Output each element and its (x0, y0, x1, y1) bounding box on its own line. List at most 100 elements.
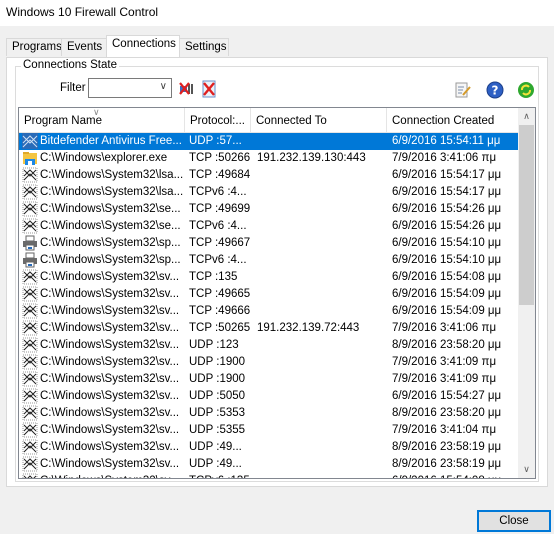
service-icon (22, 456, 38, 472)
table-row[interactable]: C:\Windows\System32\sv... TCP :49665 6/9/2… (19, 286, 523, 303)
protocol-cell: TCPv6 :4... (189, 186, 247, 198)
protocol-cell: UDP :49... (189, 458, 242, 470)
connection-created-cell: 8/9/2016 23:58:20 μμ (392, 407, 502, 419)
properties-icon[interactable] (454, 81, 472, 99)
connection-created-cell: 6/9/2016 15:54:09 μμ (392, 305, 502, 317)
service-icon (22, 473, 38, 478)
column-label: Connection Created (392, 115, 495, 127)
connection-created-cell: 7/9/2016 3:41:06 πμ (392, 322, 497, 334)
table-row[interactable]: C:\Windows\System32\lsa... TCPv6 :4... 6/9… (19, 184, 523, 201)
tab-connections[interactable]: Connections (106, 35, 180, 57)
protocol-cell: UDP :49... (189, 441, 242, 453)
protocol-cell: TCP :49699 (189, 203, 251, 215)
printer-icon (22, 252, 38, 268)
connected-to-cell: 191.232.139.72:443 (257, 322, 360, 334)
program-name-cell: C:\Windows\System32\sv... (40, 407, 180, 419)
program-name-cell: Bitdefender Antivirus Free... (40, 135, 182, 147)
program-name-cell: C:\Windows\System32\sv... (40, 441, 180, 453)
chevron-down-icon: ∨ (159, 81, 167, 92)
list-header: ∨ Program Name Protocol:... Connected To… (19, 108, 523, 133)
column-connection-created[interactable]: Connection Created (387, 108, 523, 132)
connections-state-group: Connections State Filter ∨ ? ∨ Program N… (15, 59, 539, 482)
service-icon (22, 371, 38, 387)
column-program-name[interactable]: ∨ Program Name (19, 108, 185, 132)
printer-icon (22, 235, 38, 251)
service-icon (22, 286, 38, 302)
service-icon (22, 218, 38, 234)
protocol-cell: UDP :1900 (189, 356, 246, 368)
table-row[interactable]: C:\Windows\System32\sv... UDP :49... 8/9/2… (19, 439, 523, 456)
refresh-icon[interactable] (517, 81, 535, 99)
connection-created-cell: 6/9/2016 15:54:09 μμ (392, 288, 502, 300)
table-row[interactable]: C:\Windows\System32\sv... UDP :5355 7/9/20… (19, 422, 523, 439)
table-row[interactable]: C:\Windows\System32\sv... TCPv6 :135 6/9/2… (19, 473, 523, 478)
table-row[interactable]: C:\Windows\System32\sv... UDP :5353 8/9/20… (19, 405, 523, 422)
service-icon (22, 269, 38, 285)
protocol-cell: TCP :49666 (189, 305, 251, 317)
service-icon (22, 405, 38, 421)
svg-text:?: ? (492, 84, 499, 98)
filter-label: Filter (60, 82, 86, 94)
service-icon (22, 303, 38, 319)
column-protocol[interactable]: Protocol:... (185, 108, 251, 132)
table-row[interactable]: C:\Windows\System32\sp... TCP :49667 6/9/2… (19, 235, 523, 252)
table-row[interactable]: C:\Windows\System32\lsa... TCP :49684 6/9/… (19, 167, 523, 184)
program-name-cell: C:\Windows\System32\lsa... (40, 186, 184, 198)
column-connected-to[interactable]: Connected To (251, 108, 387, 132)
program-name-cell: C:\Windows\System32\sp... (40, 254, 181, 266)
protocol-cell: TCPv6 :4... (189, 254, 247, 266)
protocol-cell: TCP :49684 (189, 169, 251, 181)
service-icon (22, 201, 38, 217)
tab-programs[interactable]: Programs (6, 38, 62, 56)
disconnect-icon[interactable] (178, 80, 196, 98)
table-row[interactable]: C:\Windows\System32\sv... UDP :1900 7/9/20… (19, 354, 523, 371)
table-row[interactable]: C:\Windows\System32\sp... TCPv6 :4... 6/9/… (19, 252, 523, 269)
title-bar: Windows 10 Firewall Control (0, 0, 554, 26)
close-button[interactable]: Close (477, 510, 551, 532)
table-row[interactable]: C:\Windows\explorer.exe TCP :50266 191.232… (19, 150, 523, 167)
protocol-cell: TCP :49665 (189, 288, 251, 300)
help-icon[interactable]: ? (486, 81, 504, 99)
program-name-cell: C:\Windows\System32\sv... (40, 322, 180, 334)
connection-created-cell: 6/9/2016 15:54:08 μμ (392, 473, 522, 478)
connection-created-cell: 6/9/2016 15:54:27 μμ (392, 390, 502, 402)
service-icon (22, 320, 38, 336)
program-name-cell: C:\Windows\System32\sv... (40, 390, 180, 402)
program-name-cell: C:\Windows\explorer.exe (40, 152, 168, 164)
service-icon (22, 337, 38, 353)
table-row[interactable]: C:\Windows\System32\sv... UDP :5050 6/9/20… (19, 388, 523, 405)
program-name-cell: C:\Windows\System32\sv... (40, 339, 180, 351)
table-row[interactable]: C:\Windows\System32\sv... UDP :49... 8/9/2… (19, 456, 523, 473)
scroll-up-icon[interactable]: ∧ (518, 108, 535, 125)
table-row[interactable]: C:\Windows\System32\sv... TCP :49666 6/9/2… (19, 303, 523, 320)
table-row[interactable]: C:\Windows\System32\se... TCP :49699 6/9/2… (19, 201, 523, 218)
connection-created-cell: 7/9/2016 3:41:09 πμ (392, 356, 497, 368)
table-row[interactable]: C:\Windows\System32\sv... UDP :123 8/9/201… (19, 337, 523, 354)
program-name-cell: C:\Windows\System32\sp... (40, 237, 181, 249)
folder-icon (22, 150, 38, 166)
table-row[interactable]: C:\Windows\System32\sv... TCP :50265 191.2… (19, 320, 523, 337)
tab-settings[interactable]: Settings (179, 38, 229, 56)
tab-events[interactable]: Events (61, 38, 107, 56)
table-row[interactable]: C:\Windows\System32\se... TCPv6 :4... 6/9/… (19, 218, 523, 235)
program-name-cell: C:\Windows\System32\sv... (40, 271, 180, 283)
filter-combo[interactable]: ∨ (88, 78, 172, 98)
clear-icon[interactable] (200, 80, 218, 98)
protocol-cell: TCP :49667 (189, 237, 251, 249)
service-icon (22, 388, 38, 404)
service-icon (22, 439, 38, 455)
program-name-cell: C:\Windows\System32\sv... (40, 458, 180, 470)
table-row[interactable]: C:\Windows\System32\sv... TCP :135 6/9/201… (19, 269, 523, 286)
table-row[interactable]: C:\Windows\System32\sv... UDP :1900 7/9/20… (19, 371, 523, 388)
connection-created-cell: 6/9/2016 15:54:17 μμ (392, 186, 502, 198)
table-row[interactable]: Bitdefender Antivirus Free... UDP :57... 6… (19, 133, 523, 150)
service-icon (22, 184, 38, 200)
protocol-cell: UDP :5050 (189, 390, 246, 402)
vertical-scrollbar[interactable]: ∧ ∨ (518, 108, 535, 478)
protocol-cell: TCPv6 :4... (189, 220, 247, 232)
scroll-down-icon[interactable]: ∨ (518, 461, 535, 478)
program-name-cell: C:\Windows\System32\lsa... (40, 169, 184, 181)
scroll-thumb[interactable] (519, 125, 534, 305)
connection-created-cell: 6/9/2016 15:54:10 μμ (392, 254, 502, 266)
connections-list[interactable]: ∨ Program Name Protocol:... Connected To… (18, 107, 536, 479)
